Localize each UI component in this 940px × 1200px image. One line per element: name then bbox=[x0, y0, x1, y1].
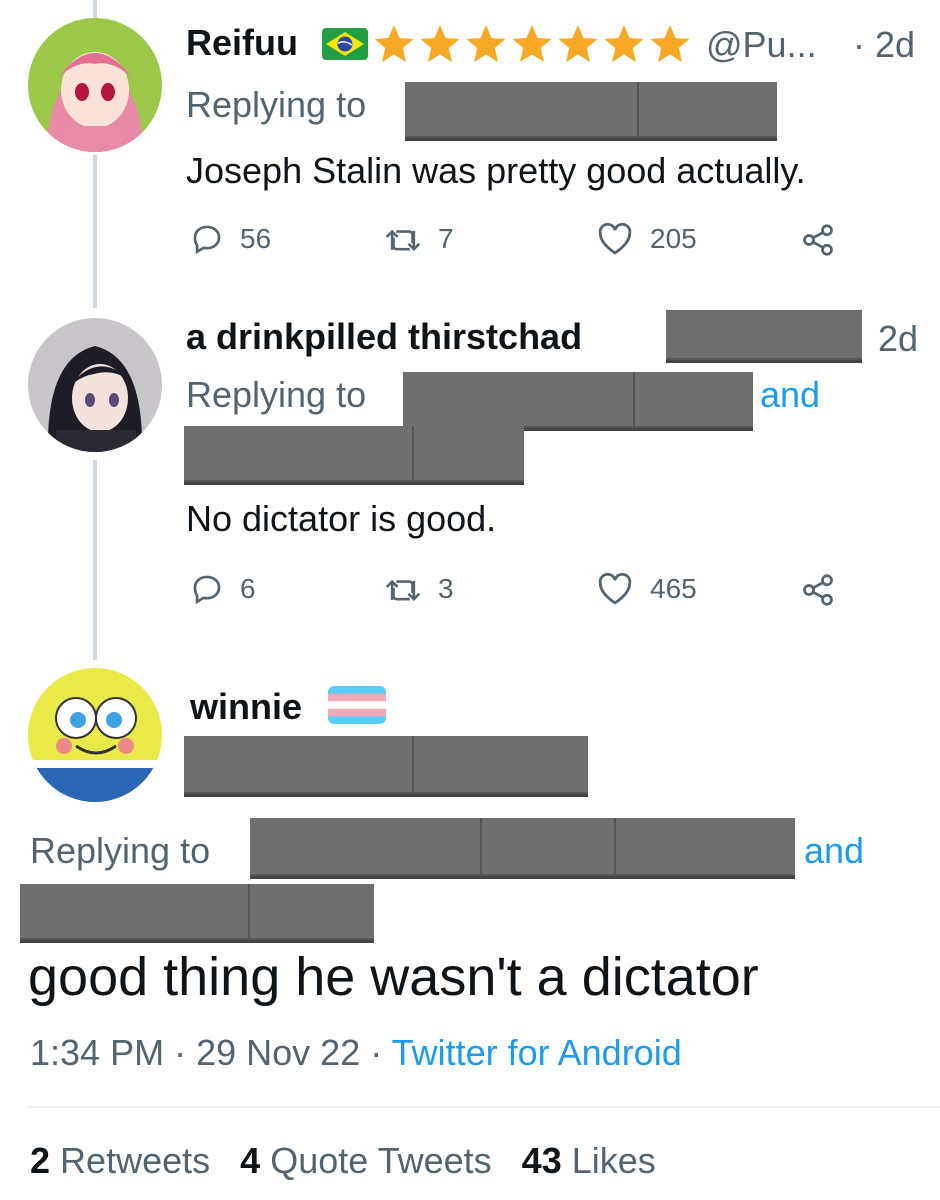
replying-to-label: Replying to bbox=[186, 374, 367, 415]
thread-line bbox=[93, 460, 97, 660]
tweet-meta: 1:34 PM · 29 Nov 22 · Twitter for Androi… bbox=[30, 1032, 682, 1074]
trans-flag-icon bbox=[328, 686, 386, 729]
likes-count: 43 bbox=[521, 1140, 562, 1181]
quote-tweets-count: 4 bbox=[240, 1140, 261, 1181]
quote-tweets-stat[interactable]: 4 Quote Tweets bbox=[240, 1140, 492, 1181]
display-name[interactable]: Reifuu bbox=[186, 22, 298, 64]
likes-label: Likes bbox=[571, 1140, 656, 1181]
share-icon bbox=[800, 222, 836, 258]
like-button[interactable]: 205 bbox=[596, 222, 697, 256]
retweet-button[interactable]: 7 bbox=[384, 222, 454, 256]
reply-button[interactable]: 56 bbox=[190, 222, 271, 256]
avatar[interactable] bbox=[28, 668, 162, 802]
reply-icon bbox=[190, 572, 224, 606]
brazil-flag-icon bbox=[322, 28, 368, 65]
redacted-mention bbox=[405, 82, 777, 138]
retweet-button[interactable]: 3 bbox=[384, 572, 454, 606]
share-button[interactable] bbox=[800, 222, 836, 258]
tweet-text: Joseph Stalin was pretty good actually. bbox=[186, 150, 806, 191]
divider bbox=[28, 1106, 940, 1108]
retweets-label: Retweets bbox=[60, 1140, 211, 1181]
retweet-icon bbox=[384, 572, 422, 606]
redacted-mention bbox=[403, 372, 753, 428]
and-others-link[interactable]: and bbox=[804, 830, 864, 872]
display-name[interactable]: winnie bbox=[190, 686, 302, 728]
meta-separator: · bbox=[370, 1032, 383, 1073]
reply-count: 56 bbox=[240, 223, 272, 254]
likes-stat[interactable]: 43 Likes bbox=[522, 1140, 656, 1181]
redacted-mention bbox=[20, 884, 374, 940]
retweet-icon bbox=[384, 222, 422, 256]
retweet-count: 3 bbox=[438, 573, 454, 604]
client-link[interactable]: Twitter for Android bbox=[392, 1032, 682, 1073]
reply-button[interactable]: 6 bbox=[190, 572, 256, 606]
redacted-mention bbox=[184, 426, 524, 482]
tweet-date[interactable]: 29 Nov 22 bbox=[196, 1032, 360, 1073]
redacted-mention bbox=[250, 818, 795, 876]
like-icon bbox=[596, 222, 634, 256]
display-name[interactable]: a drinkpilled thirstchad bbox=[186, 316, 582, 358]
retweet-count: 7 bbox=[438, 223, 454, 254]
tweet-time[interactable]: 1:34 PM bbox=[30, 1032, 164, 1073]
reply-icon bbox=[190, 222, 224, 256]
thread-line bbox=[93, 0, 97, 18]
handle[interactable]: @Pu... bbox=[706, 24, 817, 66]
like-count: 205 bbox=[650, 223, 697, 254]
timestamp[interactable]: · 2d bbox=[853, 24, 915, 66]
meta-separator: · bbox=[174, 1032, 187, 1073]
redacted-handle bbox=[666, 310, 862, 360]
retweets-count: 2 bbox=[30, 1140, 51, 1181]
replying-to-label: Replying to bbox=[30, 830, 211, 871]
like-count: 465 bbox=[650, 573, 697, 604]
thread-line bbox=[93, 155, 97, 308]
like-button[interactable]: 465 bbox=[596, 572, 697, 606]
avatar[interactable] bbox=[28, 18, 162, 152]
retweets-stat[interactable]: 2 Retweets bbox=[30, 1140, 210, 1181]
replying-to-label: Replying to bbox=[186, 84, 367, 125]
tweet-text: good thing he wasn't a dictator bbox=[28, 947, 759, 1007]
reply-count: 6 bbox=[240, 573, 256, 604]
share-button[interactable] bbox=[800, 572, 836, 608]
star-rating-icons bbox=[372, 22, 696, 73]
like-icon bbox=[596, 572, 634, 606]
timestamp[interactable]: 2d bbox=[878, 318, 918, 360]
avatar[interactable] bbox=[28, 318, 162, 452]
tweet-text: No dictator is good. bbox=[186, 498, 497, 539]
redacted-handle bbox=[184, 736, 588, 794]
quote-tweets-label: Quote Tweets bbox=[270, 1140, 492, 1181]
and-others-link[interactable]: and bbox=[760, 374, 820, 416]
engagement-stats: 2 Retweets 4 Quote Tweets 43 Likes bbox=[30, 1140, 656, 1182]
share-icon bbox=[800, 572, 836, 608]
